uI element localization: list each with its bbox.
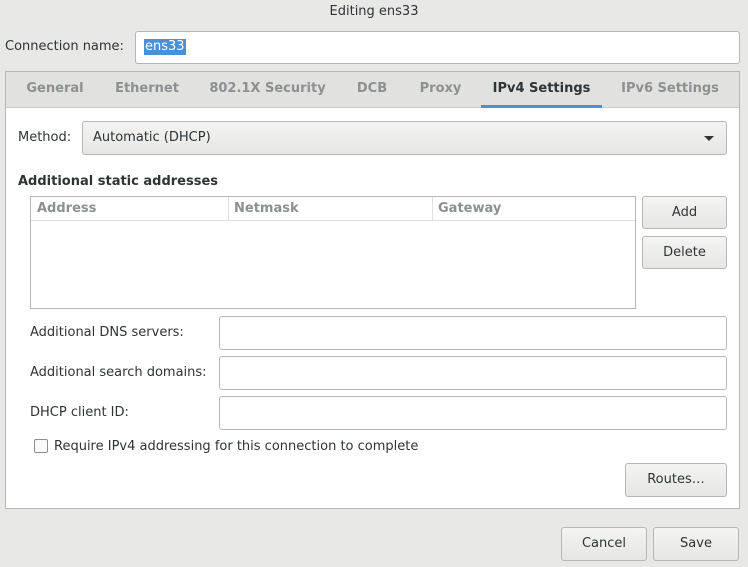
delete-button[interactable]: Delete <box>642 236 727 269</box>
tab-ipv6-settings[interactable]: IPv6 Settings <box>611 72 729 108</box>
search-domains-input[interactable] <box>219 356 727 390</box>
search-domains-label: Additional search domains: <box>30 365 207 380</box>
cancel-button[interactable]: Cancel <box>561 527 647 561</box>
dhcp-client-id-input[interactable] <box>219 396 727 430</box>
save-button[interactable]: Save <box>653 527 739 561</box>
tab-8021x-security[interactable]: 802.1X Security <box>199 72 336 108</box>
tab-general[interactable]: General <box>15 72 95 108</box>
add-button[interactable]: Add <box>642 196 727 229</box>
dns-servers-label: Additional DNS servers: <box>30 325 184 340</box>
method-dropdown[interactable]: Automatic (DHCP) <box>82 121 727 155</box>
require-ipv4-label[interactable]: Require IPv4 addressing for this connect… <box>54 438 418 456</box>
chevron-down-icon <box>704 136 714 141</box>
window-titlebar[interactable]: Editing ens33 <box>0 0 748 24</box>
require-ipv4-checkbox[interactable] <box>34 439 48 453</box>
tab-dcb[interactable]: DCB <box>346 72 398 108</box>
column-header-address[interactable]: Address <box>31 197 228 221</box>
window-title: Editing ens33 <box>329 4 419 19</box>
routes-button[interactable]: Routes… <box>625 463 727 497</box>
connection-name-input[interactable]: ens33 <box>135 31 740 64</box>
tab-proxy[interactable]: Proxy <box>409 72 472 108</box>
method-label: Method: <box>18 130 72 145</box>
dhcp-client-id-label: DHCP client ID: <box>30 405 129 420</box>
tab-ethernet[interactable]: Ethernet <box>104 72 190 108</box>
method-value: Automatic (DHCP) <box>93 130 211 145</box>
dns-servers-input[interactable] <box>219 316 727 350</box>
connection-name-value: ens33 <box>144 39 186 55</box>
column-header-netmask[interactable]: Netmask <box>228 197 432 221</box>
connection-name-label: Connection name: <box>5 39 124 54</box>
static-addresses-heading: Additional static addresses <box>18 174 219 189</box>
tab-ipv4-settings[interactable]: IPv4 Settings <box>481 72 602 108</box>
column-header-gateway[interactable]: Gateway <box>432 197 635 221</box>
